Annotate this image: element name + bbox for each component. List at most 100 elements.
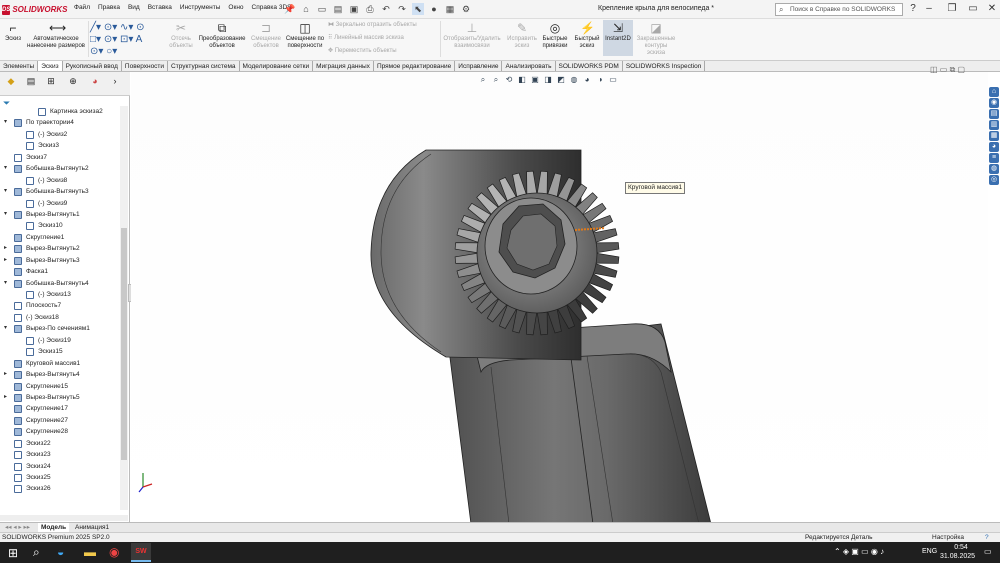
tree-node[interactable]: Эскиз25 [0, 472, 120, 483]
tab-evaluate[interactable]: Анализировать [502, 61, 556, 71]
instant2d-button[interactable]: ⇲ Instant2D [603, 20, 633, 56]
feature-manager-icon[interactable]: ◆ [4, 75, 18, 87]
tab-sketch-ink[interactable]: Рукописный ввод [63, 61, 122, 71]
tab-repair[interactable]: Исправление [455, 61, 503, 71]
display-relations-button[interactable]: ⊥ Отобразить/Удалить взаимосвязи [442, 21, 502, 50]
tree-node[interactable]: Скругление1 [0, 232, 120, 243]
tab-surfaces[interactable]: Поверхности [122, 61, 169, 71]
display-style-icon[interactable]: ◩ [556, 75, 566, 85]
resources-icon[interactable]: ⌂ [989, 87, 999, 97]
tree-node[interactable]: Эскиз24 [0, 461, 120, 472]
help-search-input[interactable]: ⌕ Поиск в Справке по SOLIDWORKS [775, 3, 903, 16]
linear-pattern-button[interactable]: ⠿ Линейный массив эскиза [328, 34, 436, 42]
scrollbar-thumb[interactable] [121, 228, 127, 460]
menu-view[interactable]: Вид [128, 4, 140, 11]
tree-node[interactable]: ▾ Бобышка-Вытянуть4 [0, 278, 120, 289]
clock-date[interactable]: 31.08.2025 [940, 553, 975, 560]
taskbar-search-icon[interactable]: ⌕ [33, 545, 40, 560]
select-icon[interactable]: ⬉ [412, 3, 424, 15]
redo-icon[interactable]: ↷ [396, 3, 408, 15]
tree-node[interactable]: (-) Эскиз18 [0, 312, 120, 323]
expand-arrow-icon[interactable]: ▸ [4, 243, 7, 254]
tree-node[interactable]: ▸ Вырез-Вытянуть5 [0, 392, 120, 403]
solidworks-logo[interactable]: DS SOLIDWORKS [2, 3, 67, 16]
tab-scroll-arrows[interactable]: ◂◂ ◂ ▸ ▸▸ [2, 523, 33, 532]
tree-node[interactable]: ▾ Бобышка-Вытянуть2 [0, 163, 120, 174]
graphics-area[interactable] [131, 72, 988, 525]
tab-data-migration[interactable]: Миграция данных [313, 61, 374, 71]
expand-arrow-icon[interactable]: ▾ [4, 323, 7, 334]
menu-window[interactable]: Окно [228, 4, 243, 11]
tab-animation[interactable]: Анимация1 [72, 523, 112, 532]
rectangle-tool-row[interactable]: □▾ ⊙▾ ⊡▾ A [90, 34, 168, 46]
convert-entities-button[interactable]: ⧉ Преобразование объектов [197, 21, 247, 50]
appearances-icon[interactable]: ◕ [989, 142, 999, 152]
tree-node[interactable]: Скругление15 [0, 381, 120, 392]
apply-scene-icon[interactable]: ◑ [595, 75, 605, 85]
expand-arrow-icon[interactable]: ▸ [4, 255, 7, 266]
tree-node[interactable]: Эскиз10 [0, 220, 120, 231]
pin-icon[interactable]: 📌 [284, 3, 296, 15]
tree-node[interactable]: ▾ Бобышка-Вытянуть3 [0, 186, 120, 197]
expand-arrow-icon[interactable]: ▾ [4, 209, 7, 220]
file-properties-icon[interactable]: ▦ [444, 3, 456, 15]
3dexperience-icon[interactable]: ◉ [989, 98, 999, 108]
display-manager-icon[interactable]: ◕ [88, 75, 102, 87]
options-icon[interactable]: ⚙ [460, 3, 472, 15]
menu-tools[interactable]: Инструменты [180, 4, 221, 11]
close-button[interactable]: ✕ [985, 3, 999, 14]
property-manager-icon[interactable]: ▤ [24, 75, 38, 87]
tree-node[interactable]: ▾ Вырез-Вытянуть1 [0, 209, 120, 220]
tree-node[interactable]: ▾ Вырез-По сечениям1 [0, 323, 120, 334]
tab-features[interactable]: Элементы [0, 61, 39, 71]
start-icon[interactable]: ⊞ [8, 546, 18, 560]
forum-icon[interactable]: ◍ [989, 164, 999, 174]
help-icon[interactable]: ? [906, 3, 920, 14]
repair-sketch-button[interactable]: ✎ Исправить эскиз [505, 21, 539, 50]
tree-node[interactable]: (-) Эскиз8 [0, 175, 120, 186]
undo-icon[interactable]: ↶ [380, 3, 392, 15]
section-view-icon[interactable]: ◧ [517, 75, 527, 85]
tab-structure-system[interactable]: Структурная система [168, 61, 240, 71]
home-icon[interactable]: ⌂ [300, 3, 312, 15]
view-orientation-icon[interactable]: ◨ [543, 75, 553, 85]
tab-sketch[interactable]: Эскиз [38, 61, 63, 71]
tab-mesh-modeling[interactable]: Моделирование сетки [240, 61, 314, 71]
solidworks-taskbar-icon[interactable]: SW [131, 543, 151, 562]
file-explorer-taskbar-icon[interactable]: ▬ [84, 545, 96, 559]
tab-model[interactable]: Модель [38, 523, 70, 532]
edge-icon[interactable]: ◒ [57, 545, 64, 559]
menu-insert[interactable]: Вставка [148, 4, 172, 11]
panel-expand-icon[interactable]: › [108, 75, 122, 87]
maximize-button[interactable]: ❐ [945, 3, 959, 14]
expand-arrow-icon[interactable]: ▾ [4, 186, 7, 197]
expand-arrow-icon[interactable]: ▾ [4, 117, 7, 128]
tree-node[interactable]: Скругление27 [0, 415, 120, 426]
hide-show-items-icon[interactable]: ◍ [569, 75, 579, 85]
trim-button[interactable]: ✂ Отсечь объекты [168, 21, 194, 50]
rapid-sketch-button[interactable]: ⚡ Быстрый эскиз [572, 21, 602, 50]
minimize-button[interactable]: – [922, 3, 936, 14]
tree-node[interactable]: Скругление28 [0, 426, 120, 437]
previous-view-icon[interactable]: ⟲ [504, 75, 514, 85]
tree-node[interactable]: Эскиз22 [0, 438, 120, 449]
tree-node[interactable]: Эскиз7 [0, 152, 120, 163]
save-icon[interactable]: ▣ [348, 3, 360, 15]
design-library-icon[interactable]: ▤ [989, 109, 999, 119]
tree-node[interactable]: ▸ Вырез-Вытянуть2 [0, 243, 120, 254]
expand-arrow-icon[interactable]: ▾ [4, 163, 7, 174]
tab-inspection[interactable]: SOLIDWORKS Inspection [623, 61, 706, 71]
ribbon-minimize-button[interactable]: ▭ [966, 3, 980, 14]
tree-node[interactable]: Плоскость7 [0, 300, 120, 311]
tray-icons[interactable]: ⌃ ◈ ▣ ▭ ◉ ♪ [834, 547, 884, 556]
menu-file[interactable]: Файл [74, 4, 90, 11]
tree-node[interactable]: Эскиз26 [0, 483, 120, 494]
tree-node[interactable]: Эскиз15 [0, 346, 120, 357]
custom-properties-icon[interactable]: ≡ [989, 153, 999, 163]
print-icon[interactable]: ⎙ [364, 3, 376, 15]
dynamic-annotation-icon[interactable]: ▣ [530, 75, 540, 85]
tab-direct-editing[interactable]: Прямое редактирование [374, 61, 456, 71]
file-explorer-icon[interactable]: ▥ [989, 120, 999, 130]
dimxpert-icon[interactable]: ⊕ [66, 75, 80, 87]
tree-node[interactable]: Скругление17 [0, 403, 120, 414]
